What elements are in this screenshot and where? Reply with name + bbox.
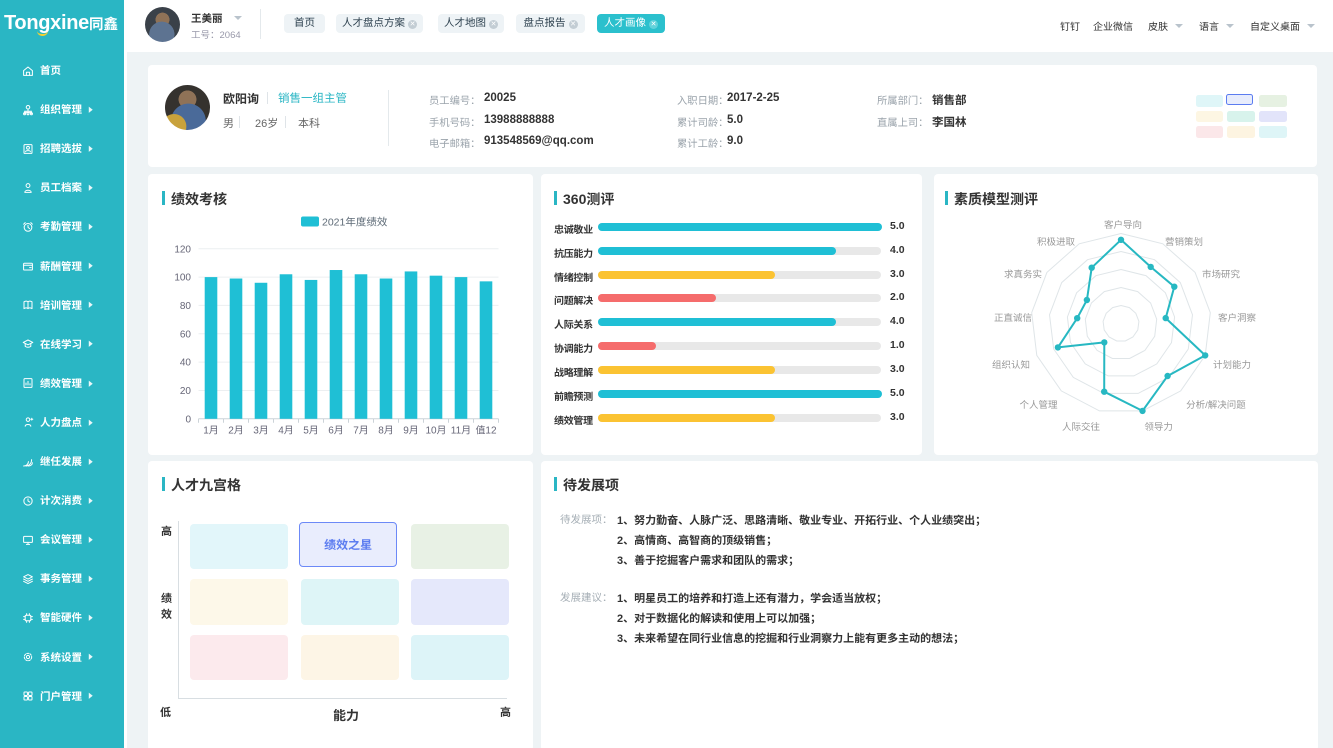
- svg-text:100: 100: [174, 272, 191, 283]
- svg-text:4月: 4月: [278, 425, 294, 436]
- svg-text:9月: 9月: [403, 425, 419, 436]
- svg-text:2021年度绩效: 2021年度绩效: [322, 216, 388, 228]
- svg-text:值12: 值12: [475, 424, 497, 436]
- svg-text:组织认知: 组织认知: [992, 360, 1030, 371]
- svg-text:120: 120: [174, 244, 191, 255]
- svg-text:8月: 8月: [378, 425, 394, 436]
- svg-text:领导力: 领导力: [1144, 422, 1173, 433]
- svg-text:正直诚信: 正直诚信: [994, 313, 1032, 324]
- svg-text:求真务实: 求真务实: [1004, 268, 1042, 280]
- svg-text:分析/解决问题: 分析/解决问题: [1186, 400, 1246, 411]
- svg-text:1月: 1月: [203, 425, 219, 436]
- svg-text:0: 0: [185, 414, 191, 425]
- svg-text:80: 80: [180, 300, 192, 311]
- svg-text:7月: 7月: [353, 425, 369, 436]
- svg-text:60: 60: [180, 329, 192, 340]
- svg-text:市场研究: 市场研究: [1202, 268, 1241, 280]
- svg-text:6月: 6月: [328, 425, 344, 436]
- svg-text:10月: 10月: [425, 425, 446, 436]
- svg-text:40: 40: [180, 357, 192, 368]
- svg-text:5月: 5月: [303, 425, 319, 436]
- svg-text:3月: 3月: [253, 425, 269, 436]
- svg-text:营销策划: 营销策划: [1165, 236, 1203, 248]
- svg-text:11月: 11月: [451, 425, 471, 436]
- svg-text:客户导向: 客户导向: [1104, 219, 1142, 231]
- svg-text:2月: 2月: [228, 425, 244, 436]
- svg-text:人际交往: 人际交往: [1062, 421, 1101, 433]
- svg-text:客户洞察: 客户洞察: [1218, 312, 1257, 324]
- svg-text:计划能力: 计划能力: [1213, 360, 1251, 371]
- svg-text:积极进取: 积极进取: [1037, 237, 1076, 248]
- svg-text:个人管理: 个人管理: [1019, 399, 1058, 411]
- svg-text:20: 20: [180, 386, 192, 397]
